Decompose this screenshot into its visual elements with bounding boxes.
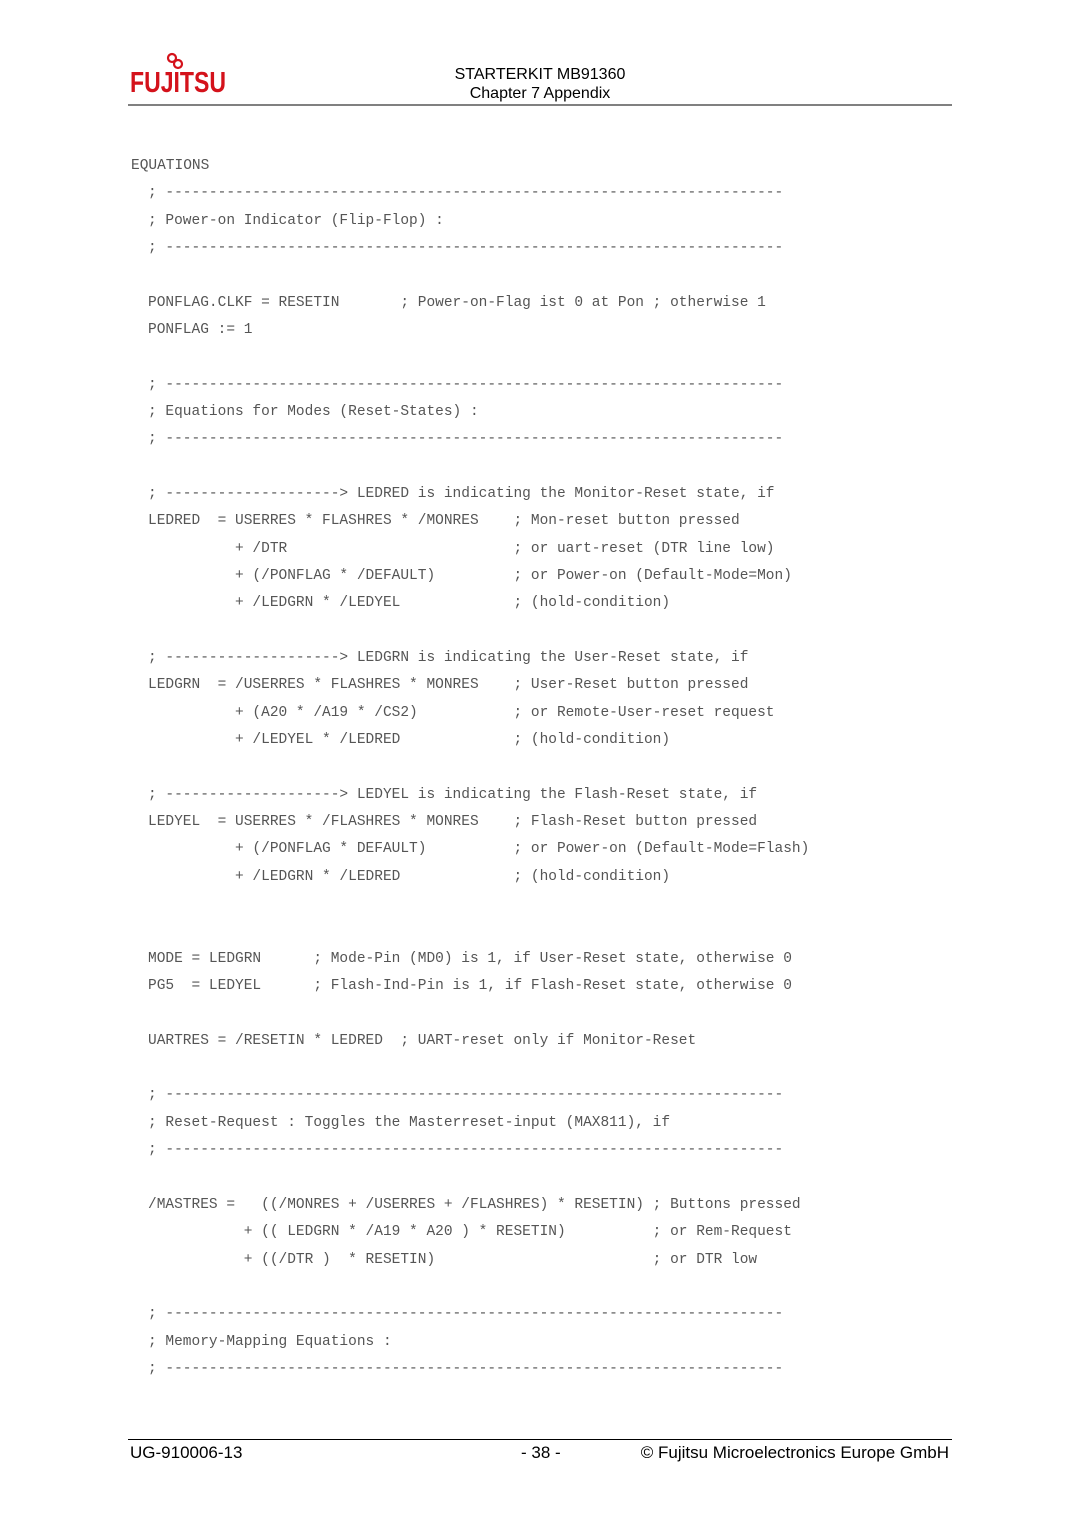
code-line: + ((/DTR ) * RESETIN) ; or DTR low [148,1252,758,1268]
section-title: EQUATIONS [131,158,210,174]
code-line: + (( LEDGRN * /A19 * A20 ) * RESETIN) ; … [148,1224,792,1240]
code-line: ; --------------------> LEDRED is indica… [148,486,775,502]
code-line: ; --------------------------------------… [148,1361,784,1377]
code-line: ; Equations for Modes (Reset-States) : [148,404,479,420]
code-line: ; --------------------------------------… [148,1306,784,1322]
code-line: + (A20 * /A19 * /CS2) ; or Remote-User-r… [148,705,775,721]
code-line: + /LEDYEL * /LEDRED ; (hold-condition) [148,732,671,748]
code-line: UARTRES = /RESETIN * LEDRED ; UART-reset… [148,1033,697,1049]
code-line: + (/PONFLAG * DEFAULT) ; or Power-on (De… [148,841,810,857]
code-line: + /LEDGRN * /LEDRED ; (hold-condition) [148,869,671,885]
code-line: PONFLAG.CLKF = RESETIN ; Power-on-Flag i… [148,295,766,311]
document-title: STARTERKIT MB91360 [454,66,626,83]
code-line: ; --------------------------------------… [148,1087,784,1103]
code-line: LEDGRN = /USERRES * FLASHRES * MONRES ; … [148,677,749,693]
page-number: - 38 - [521,1443,561,1462]
code-line: LEDYEL = USERRES * /FLASHRES * MONRES ; … [148,814,758,830]
code-line: ; Memory-Mapping Equations : [148,1334,392,1350]
code-line: ; --------------------------------------… [148,1142,784,1158]
code-line: ; --------------------------------------… [148,240,784,256]
document-id: UG-910006-13 [130,1443,243,1462]
code-line: MODE = LEDGRN ; Mode-Pin (MD0) is 1, if … [148,951,792,967]
copyright: © Fujitsu Microelectronics Europe GmbH [640,1443,949,1462]
code-line: ; Power-on Indicator (Flip-Flop) : [148,213,444,229]
code-line: PG5 = LEDYEL ; Flash-Ind-Pin is 1, if Fl… [148,978,792,994]
code-line: ; --------------------------------------… [148,377,784,393]
code-line: ; --------------------> LEDGRN is indica… [148,650,749,666]
code-line: /MASTRES = ((/MONRES + /USERRES + /FLASH… [148,1197,801,1213]
code-line: PONFLAG := 1 [148,322,253,338]
code-line: ; --------------------------------------… [148,185,784,201]
footer-divider [128,1439,952,1440]
code-line: + /DTR ; or uart-reset (DTR line low) [148,541,775,557]
code-line: ; Reset-Request : Toggles the Masterrese… [148,1115,671,1131]
code-line: + /LEDGRN * /LEDYEL ; (hold-condition) [148,595,671,611]
code-line: LEDRED = USERRES * FLASHRES * /MONRES ; … [148,513,740,529]
chapter-title: Chapter 7 Appendix [469,85,611,102]
header-divider [128,104,952,106]
code-line: + (/PONFLAG * /DEFAULT) ; or Power-on (D… [148,568,792,584]
code-line: ; --------------------> LEDYEL is indica… [148,787,758,803]
code-line: ; --------------------------------------… [148,431,784,447]
